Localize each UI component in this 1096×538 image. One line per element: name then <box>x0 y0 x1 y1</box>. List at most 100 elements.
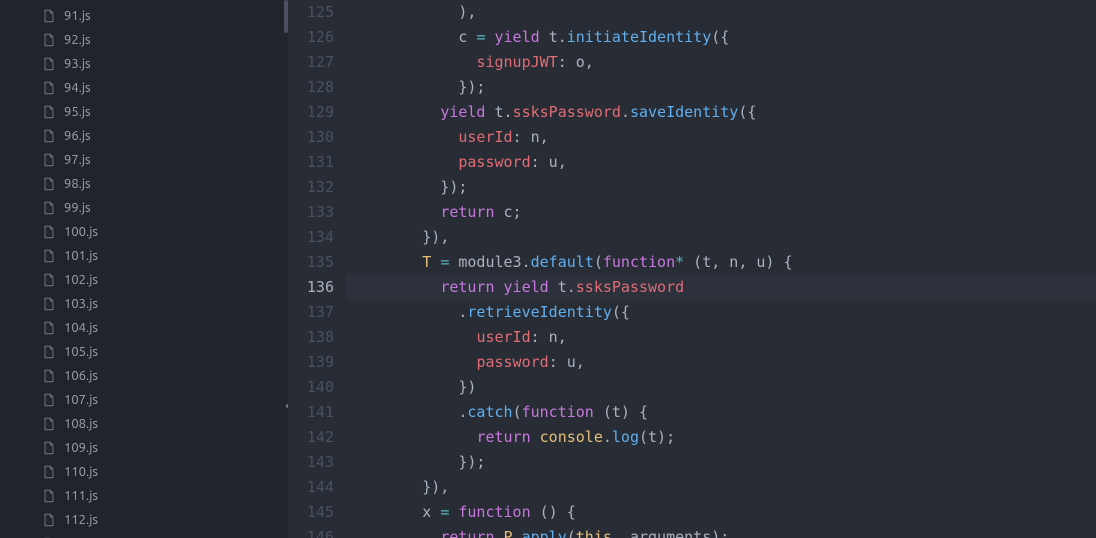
code-token: n, <box>522 128 549 146</box>
code-line[interactable]: .catch(function (t) { <box>350 400 1096 425</box>
code-area[interactable]: ), c = yield t.initiateIdentity({ signup… <box>346 0 1096 538</box>
code-line[interactable]: }); <box>350 450 1096 475</box>
sidebar-collapse-handle[interactable] <box>279 398 288 416</box>
file-tree-item[interactable]: 99.js <box>0 196 288 220</box>
code-token: function <box>603 253 675 271</box>
code-token: log <box>612 428 639 446</box>
file-tree-item[interactable]: 106.js <box>0 364 288 388</box>
file-name-label: 109.js <box>64 441 98 455</box>
code-token: signupJWT <box>476 53 557 71</box>
file-tree-item[interactable]: 104.js <box>0 316 288 340</box>
code-token: function <box>458 503 530 521</box>
code-token: ({ <box>711 28 729 46</box>
code-token <box>431 253 440 271</box>
code-line[interactable]: }); <box>350 175 1096 200</box>
file-tree-item[interactable]: 98.js <box>0 172 288 196</box>
file-name-label: 108.js <box>64 417 98 431</box>
code-line[interactable]: return P.apply(this, arguments); <box>350 525 1096 538</box>
code-token: c; <box>495 203 522 221</box>
code-line[interactable]: return yield t.ssksPassword <box>350 275 1096 300</box>
code-token: catch <box>467 403 512 421</box>
code-token: userId <box>476 328 530 346</box>
file-name-label: 110.js <box>64 465 98 479</box>
code-line[interactable]: userId: n, <box>350 325 1096 350</box>
file-icon <box>42 225 56 239</box>
file-tree-item[interactable]: 111.js <box>0 484 288 508</box>
code-token <box>350 53 476 71</box>
file-tree-item[interactable]: 100.js <box>0 220 288 244</box>
line-number: 127 <box>288 50 346 75</box>
code-token: default <box>531 253 594 271</box>
code-line[interactable]: }) <box>350 375 1096 400</box>
file-tree-item[interactable]: 101.js <box>0 244 288 268</box>
code-line[interactable]: yield t.ssksPassword.saveIdentity({ <box>350 100 1096 125</box>
code-token: . <box>522 253 531 271</box>
code-token <box>495 278 504 296</box>
file-tree-item[interactable]: 93.js <box>0 52 288 76</box>
app-root: 91.js92.js93.js 94.js 95.js96.js97.js98.js… <box>0 0 1096 538</box>
code-token: u, <box>540 153 567 171</box>
file-tree-item[interactable]: 102.js <box>0 268 288 292</box>
file-name-label: 103.js <box>64 297 98 311</box>
file-tree-item[interactable]: 97.js <box>0 148 288 172</box>
code-token: . <box>621 103 630 121</box>
file-icon <box>42 105 56 119</box>
code-token: . <box>513 528 522 538</box>
chevron-left-icon <box>283 399 288 415</box>
code-line[interactable]: T = module3.default(function* (t, n, u) … <box>350 250 1096 275</box>
code-line[interactable]: return c; <box>350 200 1096 225</box>
file-icon <box>42 489 56 503</box>
file-tree-item[interactable]: 94.js <box>0 76 288 100</box>
file-tree-item[interactable]: 109.js <box>0 436 288 460</box>
code-token: }), <box>350 228 449 246</box>
code-token: yield <box>495 28 540 46</box>
file-name-label: 106.js <box>64 369 98 383</box>
code-line[interactable]: return console.log(t); <box>350 425 1096 450</box>
code-token: }); <box>350 453 485 471</box>
code-line[interactable]: password: u, <box>350 150 1096 175</box>
file-tree-item[interactable]: 96.js <box>0 124 288 148</box>
code-line[interactable]: }), <box>350 475 1096 500</box>
file-name-label: 111.js <box>64 489 98 503</box>
code-line[interactable]: .retrieveIdentity({ <box>350 300 1096 325</box>
line-number: 131 <box>288 150 346 175</box>
code-token <box>531 428 540 446</box>
file-tree-item[interactable]: 107.js <box>0 388 288 412</box>
code-line[interactable]: }), <box>350 225 1096 250</box>
code-token: }); <box>350 78 485 96</box>
code-editor[interactable]: 1251261271281291301311321331341351361371… <box>288 0 1096 538</box>
file-icon <box>42 33 56 47</box>
file-tree-item[interactable]: 91.js <box>0 4 288 28</box>
code-token: : <box>558 53 567 71</box>
code-token: apply <box>522 528 567 538</box>
file-tree-item[interactable]: 105.js <box>0 340 288 364</box>
line-number: 142 <box>288 425 346 450</box>
file-name-label: 94.js <box>64 81 91 95</box>
file-tree-item[interactable]: 112.js <box>0 508 288 532</box>
code-token: ), <box>350 3 476 21</box>
code-line[interactable]: x = function () { <box>350 500 1096 525</box>
code-token <box>350 278 440 296</box>
code-line[interactable]: password: u, <box>350 350 1096 375</box>
code-token <box>350 153 458 171</box>
file-tree-item[interactable]: 95.js <box>0 100 288 124</box>
file-tree-item[interactable]: 110.js <box>0 460 288 484</box>
file-tree-item[interactable]: 108.js <box>0 412 288 436</box>
code-line[interactable]: c = yield t.initiateIdentity({ <box>350 25 1096 50</box>
code-token <box>350 353 476 371</box>
code-line[interactable]: ), <box>350 0 1096 25</box>
line-number: 145 <box>288 500 346 525</box>
code-line[interactable]: }); <box>350 75 1096 100</box>
line-number: 146 <box>288 525 346 538</box>
file-icon <box>42 57 56 71</box>
file-icon <box>42 393 56 407</box>
file-tree-item[interactable]: 113.js <box>0 532 288 538</box>
code-token: yield <box>440 103 485 121</box>
file-tree-item[interactable]: 92.js <box>0 28 288 52</box>
file-icon <box>42 153 56 167</box>
code-line[interactable]: signupJWT: o, <box>350 50 1096 75</box>
code-line[interactable]: userId: n, <box>350 125 1096 150</box>
file-tree-item[interactable]: 103.js <box>0 292 288 316</box>
line-number: 138 <box>288 325 346 350</box>
code-token: yield <box>504 278 549 296</box>
